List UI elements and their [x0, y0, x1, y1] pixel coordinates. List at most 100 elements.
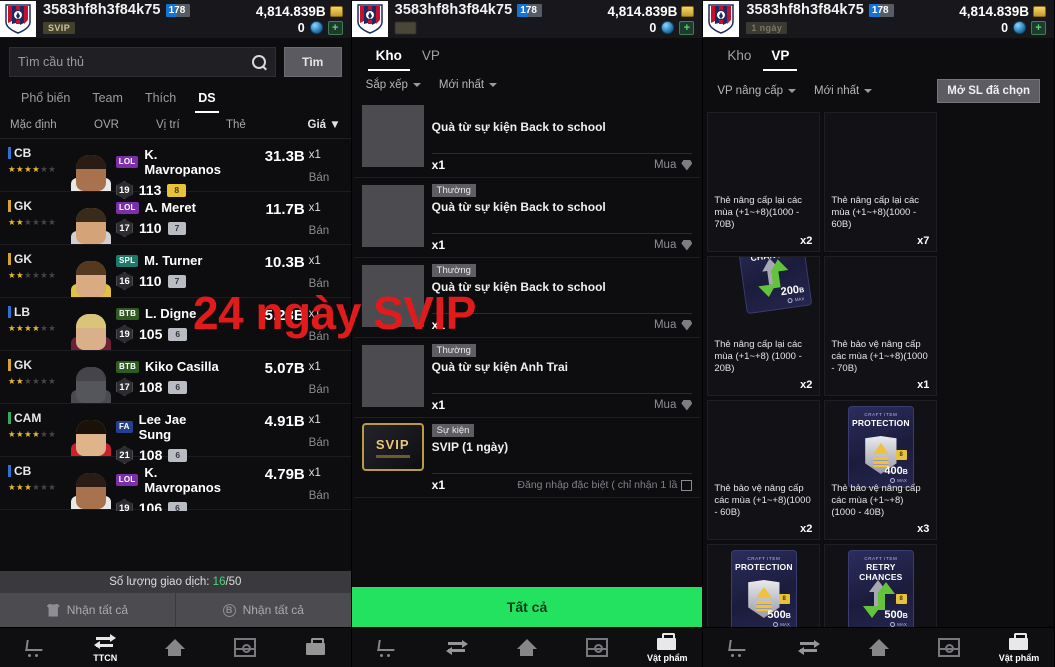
- currency-block-2: 4,814.839B 0 +: [608, 4, 697, 35]
- card-art-top: CRAFT ITEM: [864, 556, 898, 561]
- tab-kho-2[interactable]: Kho: [366, 42, 412, 72]
- open-selected-button[interactable]: Mở SL đã chọn: [937, 79, 1041, 103]
- add-currency-button-3[interactable]: +: [1031, 20, 1047, 35]
- player-action-cell[interactable]: x1Bán: [309, 192, 351, 244]
- item-buy-button[interactable]: Mua: [654, 399, 693, 411]
- player-club-badge: LOL: [115, 474, 139, 486]
- tab-kho-3[interactable]: Kho: [717, 42, 761, 72]
- vp-card-grid[interactable]: Thẻ nâng cấp lại các mùa (+1~+8)(1000 - …: [703, 110, 1054, 667]
- col-position[interactable]: Vị trí: [156, 119, 226, 131]
- nav-transfer-2[interactable]: [422, 638, 492, 657]
- col-ovr[interactable]: OVR: [94, 119, 156, 131]
- nav-shop-3[interactable]: [703, 638, 773, 657]
- player-ovr: 108: [139, 379, 163, 395]
- player-row[interactable]: CB ★★★★★★ LOL K. Mavropanos 19 113 8 31.3B x1 Bán: [0, 139, 351, 199]
- item-quantity: x1: [431, 398, 446, 412]
- username-3: 3583hf8h3f84k75: [746, 2, 864, 18]
- nav-squad-3[interactable]: [914, 638, 984, 657]
- filter-newest[interactable]: Mới nhất: [439, 79, 498, 91]
- vp-card[interactable]: CRAFT ITEM PROTECTION 8 400B MAX Thẻ bảo vệ n…: [824, 400, 938, 540]
- player-sell-button[interactable]: Bán: [309, 490, 351, 502]
- player-action-cell[interactable]: x1Bán: [309, 351, 351, 403]
- player-club-badge: BTB: [116, 360, 140, 373]
- nav-home[interactable]: [140, 638, 210, 657]
- nav-shop-2[interactable]: [352, 638, 422, 657]
- item-name: SVIP (1 ngày): [431, 440, 509, 454]
- vp-card-quantity: x2: [800, 379, 813, 391]
- nav-items[interactable]: [281, 638, 351, 657]
- select-all-button[interactable]: Tất cả: [351, 587, 703, 627]
- inventory-item[interactable]: SVIP Sự kiện SVIP (1 ngày) x1 Đăng nhập đặc …: [353, 418, 701, 498]
- nav-home-3[interactable]: [844, 638, 914, 657]
- vp-card[interactable]: Thẻ nâng cấp lại các mùa (+1~+8)(1000 - …: [824, 112, 938, 252]
- nav-squad[interactable]: [210, 638, 280, 657]
- tab-vp-2[interactable]: VP: [412, 42, 450, 72]
- claim-all-players-button[interactable]: Nhận tất cả: [0, 593, 176, 627]
- vp-card[interactable]: Thẻ nâng cấp lại các mùa (+1~+8)(1000 - …: [707, 112, 821, 252]
- vp-card-quantity: x2: [800, 523, 813, 535]
- filter-sort[interactable]: Sắp xếp: [366, 79, 421, 91]
- nav-squad-2[interactable]: [562, 638, 632, 657]
- vp-card-label: Thẻ bảo vệ nâng cấp các mùa (+1~+8) (100…: [831, 483, 921, 518]
- filter-vp-upgrade[interactable]: VP nâng cấp: [717, 85, 796, 97]
- player-name: L. Digne: [145, 306, 197, 321]
- gem-amount: 0: [297, 20, 305, 35]
- col-default[interactable]: Mặc định: [10, 119, 94, 131]
- player-row[interactable]: CAM ★★★★★★ FA Lee Jae Sung 21 108 6 4.91B x1 Bán: [0, 404, 351, 464]
- item-badge: Thường: [431, 264, 476, 277]
- inventory-item[interactable]: Thường Quà từ sự kiện Back to school x1 Mua: [353, 178, 701, 258]
- col-price[interactable]: Giá ▼: [284, 119, 341, 131]
- nav-shop[interactable]: [0, 638, 70, 657]
- card-art: CRAFT ITEMRETRY CHANCES200BMAX: [716, 257, 813, 345]
- search-button[interactable]: Tìm: [283, 47, 342, 77]
- checkbox-icon[interactable]: [681, 479, 693, 491]
- nav-home-2[interactable]: [492, 638, 562, 657]
- inventory-item[interactable]: Thường Quà từ sự kiện Anh Trai x1 Mua: [353, 338, 701, 418]
- player-sell-button[interactable]: Bán: [309, 172, 351, 184]
- add-currency-button[interactable]: +: [327, 20, 343, 35]
- tab-vp-3[interactable]: VP: [761, 42, 799, 72]
- bottom-nav-2: Vật phẩm: [351, 627, 703, 667]
- gem-small-icon: [681, 319, 693, 331]
- player-position-cell: LB ★★★★★★: [8, 298, 70, 350]
- tab-pho-bien[interactable]: Phổ biến: [10, 85, 81, 113]
- player-card-level: 6: [168, 327, 188, 341]
- player-action-cell[interactable]: x1Bán: [309, 510, 351, 511]
- player-sell-button[interactable]: Bán: [309, 384, 351, 396]
- item-badge: Sự kiện: [431, 424, 475, 437]
- tab-thich[interactable]: Thích: [134, 85, 187, 113]
- item-buy-button[interactable]: Mua: [654, 239, 693, 251]
- vp-card[interactable]: CRAFT ITEMRETRY CHANCES200BMAXThẻ nâng c…: [707, 256, 821, 396]
- add-currency-button-2[interactable]: +: [679, 20, 695, 35]
- vp-card[interactable]: Thẻ bảo vệ nâng cấp các mùa (+1~+8)(1000…: [707, 400, 821, 540]
- claim-all-coins-button[interactable]: B Nhận tất cả: [175, 593, 351, 627]
- gem-small-icon: [681, 399, 693, 411]
- player-row[interactable]: GK ★★★★★★ LOL A. Meret 17 110 7 11.7B x1 Bán: [0, 192, 351, 245]
- tab-ds[interactable]: DS: [187, 85, 226, 113]
- player-row[interactable]: RM★★★★★★ LOLCobus Martin1810464.75Bx1Bán: [0, 510, 351, 511]
- nav-items-2[interactable]: Vật phẩm: [632, 632, 702, 663]
- player-position: CB: [8, 146, 70, 160]
- tab-team[interactable]: Team: [81, 85, 134, 113]
- nav-items-3[interactable]: Vật phẩm: [984, 632, 1054, 663]
- inventory-item[interactable]: -Quà từ sự kiện Back to schoolx1Mua: [353, 98, 701, 178]
- player-action-cell[interactable]: x1Bán: [309, 404, 351, 456]
- player-action-cell[interactable]: x1Bán: [309, 457, 351, 509]
- item-buy-button[interactable]: Mua: [654, 319, 693, 331]
- item-buy-button[interactable]: Mua: [654, 159, 693, 171]
- filter-newest-3[interactable]: Mới nhất: [814, 85, 873, 97]
- player-row[interactable]: GK ★★★★★★ BTB Kiko Casilla 17 108 6 5.07B x1 Bán: [0, 351, 351, 404]
- search-box[interactable]: [9, 47, 276, 77]
- player-action-cell[interactable]: x1Bán: [309, 139, 351, 191]
- player-card-level: 6: [168, 380, 188, 394]
- player-sell-button[interactable]: Bán: [309, 437, 351, 449]
- player-sell-button[interactable]: Bán: [309, 225, 351, 237]
- search-input[interactable]: [18, 55, 252, 69]
- nav-transfer-3[interactable]: [773, 638, 843, 657]
- col-card[interactable]: Thẻ: [226, 119, 284, 131]
- search-icon[interactable]: [251, 54, 267, 70]
- username: 3583hf8h3f84k75: [43, 2, 161, 18]
- vp-card[interactable]: Thẻ bảo vệ nâng cấp các mùa (+1~+8)(1000…: [824, 256, 938, 396]
- player-row[interactable]: CB ★★★★★★ LOL K. Mavropanos 19 106 6 4.79B x1 Bán: [0, 457, 351, 511]
- nav-transfer[interactable]: TTCN: [70, 633, 140, 663]
